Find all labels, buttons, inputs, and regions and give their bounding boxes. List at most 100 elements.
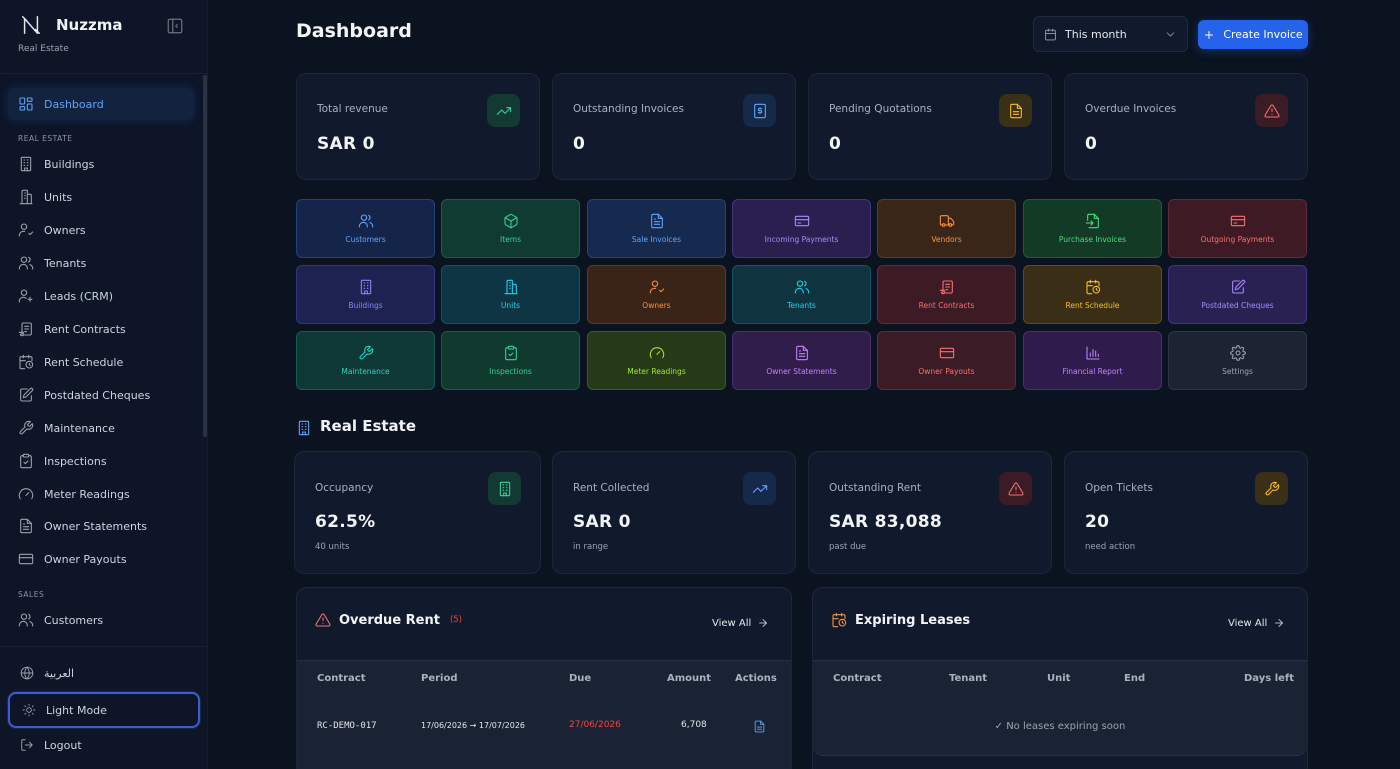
sidebar-item-label: Customers [44, 613, 104, 627]
language-label: العربية [44, 666, 75, 680]
tile-label: Customers [345, 235, 386, 244]
theme-toggle[interactable]: Light Mode [8, 692, 200, 728]
tile-financial-report[interactable]: Financial Report [1023, 331, 1162, 390]
tile-units[interactable]: Units [441, 265, 580, 324]
column-header-amount: Amount [667, 673, 712, 684]
brand-subtitle: Real Estate [18, 44, 69, 54]
logout-icon [20, 738, 34, 752]
tile-label: Settings [1222, 367, 1253, 376]
sidebar-item-label: Tenants [44, 256, 87, 270]
tile-tenants[interactable]: Tenants [732, 265, 871, 324]
stat-label: Total revenue [317, 103, 388, 115]
trend-up-icon [496, 103, 512, 119]
tile-rent-schedule[interactable]: Rent Schedule [1023, 265, 1162, 324]
column-header-contract: Contract [833, 673, 882, 684]
tile-rent-contracts[interactable]: Rent Contracts [877, 265, 1016, 324]
sidebar-item-owners[interactable]: Owners [8, 214, 194, 246]
create-invoice-label: Create Invoice [1223, 28, 1303, 41]
stat-icon-box [999, 94, 1032, 127]
cell-contract: RC-DEMO-017 [317, 721, 377, 731]
tile-vendors[interactable]: Vendors [877, 199, 1016, 258]
tile-owners[interactable]: Owners [587, 265, 726, 324]
stat-sub: 40 units [315, 542, 350, 552]
sidebar-item-label: Owner Statements [44, 519, 148, 533]
stat-value: 0 [1085, 134, 1098, 154]
tile-label: Rent Contracts [918, 301, 975, 310]
tile-label: Units [500, 301, 521, 310]
sidebar-item-inspections[interactable]: Inspections [8, 445, 194, 477]
tile-label: Owner Statements [766, 367, 837, 376]
sidebar-item-owner-payouts[interactable]: Owner Payouts [8, 543, 194, 575]
sidebar-scrollbar[interactable] [203, 75, 207, 437]
tile-items[interactable]: Items [441, 199, 580, 258]
stat-label: Open Tickets [1085, 482, 1153, 494]
sidebar-item-meter-readings[interactable]: Meter Readings [8, 478, 194, 510]
sidebar-item-maintenance[interactable]: Maintenance [8, 412, 194, 444]
plus-icon [1203, 29, 1215, 41]
sidebar: Nuzzma Real Estate Dashboard REAL ESTATE… [0, 0, 208, 769]
tile-meter-readings[interactable]: Meter Readings [587, 331, 726, 390]
tile-customers[interactable]: Customers [296, 199, 435, 258]
trend-up-icon [752, 481, 768, 497]
sidebar-item-customers[interactable]: Customers [8, 604, 194, 636]
stat-card-outstanding-invoices: Outstanding Invoices 0 [552, 73, 796, 180]
sidebar-item-leads[interactable]: Leads (CRM) [8, 280, 194, 312]
sidebar-nav: Dashboard REAL ESTATE Buildings Units Ow… [0, 74, 208, 646]
stat-icon-box [743, 94, 776, 127]
tile-owner-statements[interactable]: Owner Statements [732, 331, 871, 390]
overdue-view-all-link[interactable]: View All [712, 617, 769, 629]
card-icon [1230, 213, 1246, 229]
stat-card-occupancy: Occupancy 62.5% 40 units [294, 451, 541, 574]
tile-postdated-cheques[interactable]: Postdated Cheques [1168, 265, 1307, 324]
sidebar-item-tenants[interactable]: Tenants [8, 247, 194, 279]
sidebar-item-label: Buildings [44, 157, 95, 171]
sidebar-item-owner-statements[interactable]: Owner Statements [8, 510, 194, 542]
leases-view-all-link[interactable]: View All [1228, 617, 1285, 629]
date-range-select[interactable]: This month [1033, 16, 1188, 52]
calendar-clock-icon [831, 612, 847, 628]
expiring-leases-panel: Expiring Leases View All Contract Tenant… [812, 587, 1308, 769]
tile-inspections[interactable]: Inspections [441, 331, 580, 390]
tile-label: Outgoing Payments [1200, 235, 1275, 244]
tile-label: Rent Schedule [1065, 301, 1120, 310]
stat-label: Overdue Invoices [1085, 103, 1177, 115]
stat-value: SAR 0 [317, 134, 375, 154]
wallet-icon [18, 551, 34, 567]
sidebar-item-units[interactable]: Units [8, 181, 194, 213]
logout-button[interactable]: Logout [8, 728, 200, 762]
chevron-down-icon [1164, 28, 1177, 41]
language-toggle[interactable]: العربية [8, 656, 200, 690]
arrow-right-icon [1273, 617, 1285, 629]
file-icon [794, 345, 810, 361]
sidebar-item-postdated-cheques[interactable]: Postdated Cheques [8, 379, 194, 411]
tile-incoming-payments[interactable]: Incoming Payments [732, 199, 871, 258]
stat-value: SAR 83,088 [829, 512, 943, 532]
empty-state-message: ✓ No leases expiring soon [994, 721, 1126, 732]
tile-purchase-invoices[interactable]: Purchase Invoices [1023, 199, 1162, 258]
gear-icon [1230, 345, 1246, 361]
sidebar-item-label: Dashboard [44, 97, 104, 111]
view-document-icon[interactable] [753, 720, 766, 733]
sidebar-item-buildings[interactable]: Buildings [8, 148, 194, 180]
sun-icon [22, 703, 36, 717]
create-invoice-button[interactable]: Create Invoice [1198, 20, 1308, 49]
tile-outgoing-payments[interactable]: Outgoing Payments [1168, 199, 1307, 258]
tile-sale-invoices[interactable]: Sale Invoices [587, 199, 726, 258]
overdue-count-badge: (5) [449, 615, 462, 625]
collapse-sidebar-icon[interactable] [166, 17, 184, 35]
theme-label: Light Mode [46, 703, 107, 717]
stat-icon-box [743, 472, 776, 505]
date-range-value: This month [1065, 27, 1127, 41]
tile-settings[interactable]: Settings [1168, 331, 1307, 390]
building-icon [296, 420, 312, 436]
wallet-icon [939, 345, 955, 361]
sidebar-item-rent-contracts[interactable]: Rent Contracts [8, 313, 194, 345]
sidebar-item-dashboard[interactable]: Dashboard [8, 88, 194, 120]
tile-maintenance[interactable]: Maintenance [296, 331, 435, 390]
sidebar-item-rent-schedule[interactable]: Rent Schedule [8, 346, 194, 378]
tile-label: Incoming Payments [764, 235, 839, 244]
stat-label: Occupancy [315, 482, 374, 494]
tile-owner-payouts[interactable]: Owner Payouts [877, 331, 1016, 390]
tile-buildings[interactable]: Buildings [296, 265, 435, 324]
brand[interactable]: Nuzzma [20, 14, 122, 36]
